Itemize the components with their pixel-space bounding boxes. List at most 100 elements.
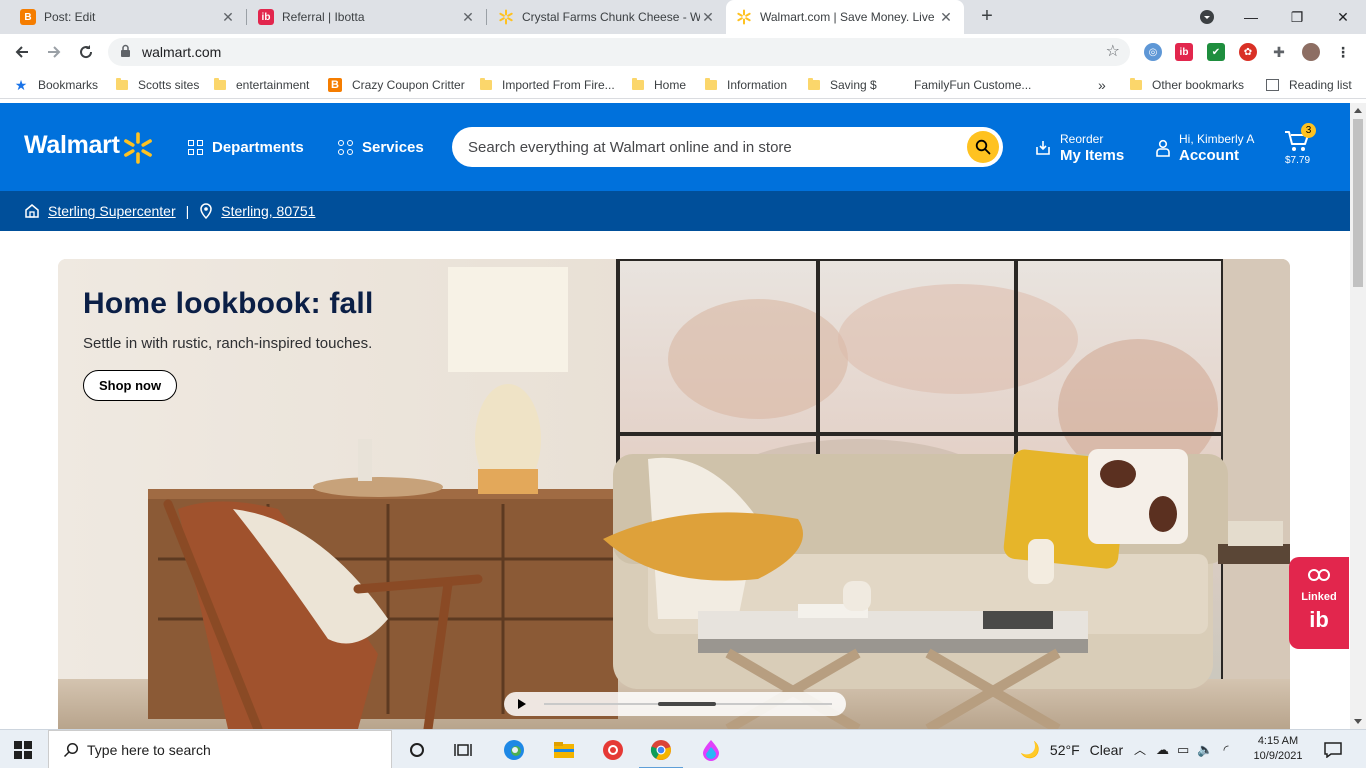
taskbar-search-input[interactable] [87, 741, 367, 758]
paint-drop-icon[interactable] [698, 737, 724, 763]
file-explorer-icon[interactable] [551, 737, 577, 763]
bookmark-item[interactable]: ★ Bookmarks [14, 76, 98, 94]
tab-search-button[interactable] [1184, 0, 1230, 34]
bookmark-folder[interactable]: Saving $ [808, 76, 877, 94]
other-bookmarks[interactable]: Other bookmarks [1130, 76, 1244, 94]
link-icon [1308, 569, 1330, 581]
folder-icon [808, 78, 820, 90]
location-pin-icon [200, 203, 213, 219]
bookmark-folder[interactable]: Scotts sites [116, 76, 199, 94]
grid-icon [188, 140, 203, 155]
hero-banner[interactable]: Home lookbook: fall Settle in with rusti… [58, 259, 1290, 729]
account-button[interactable]: Hi, Kimberly A Account [1155, 131, 1254, 165]
bookmark-folder[interactable]: entertainment [214, 76, 309, 94]
reading-list[interactable]: Reading list [1266, 76, 1352, 94]
checkmark-extension-icon[interactable]: ✔ [1207, 43, 1225, 61]
folder-icon [116, 78, 128, 90]
task-view-icon[interactable] [450, 737, 476, 763]
services-button[interactable]: Services [338, 139, 424, 156]
close-window-button[interactable]: ✕ [1320, 0, 1366, 34]
user-icon [1156, 139, 1170, 157]
close-icon[interactable]: ✕ [460, 9, 476, 26]
hero-text-block: Home lookbook: fall Settle in with rusti… [83, 287, 374, 401]
weather-text: Clear [1089, 741, 1124, 758]
edge-icon[interactable] [501, 737, 527, 763]
minimize-button[interactable]: — [1228, 0, 1274, 34]
reorder-label: Reorder [1060, 132, 1104, 146]
browser-tab[interactable]: Crystal Farms Chunk Cheese - Wa ✕ [488, 0, 726, 34]
cloud-icon[interactable]: ☁ [1156, 742, 1169, 758]
bookmark-label: Reading list [1289, 78, 1352, 92]
bookmark-folder[interactable]: Information [705, 76, 787, 94]
extension-icon[interactable]: ◎ [1144, 43, 1162, 61]
my-items-label: My Items [1060, 147, 1125, 164]
cart-button[interactable]: 3 $7.79 [1284, 123, 1318, 169]
close-icon[interactable]: ✕ [700, 9, 716, 26]
weather-widget[interactable]: 🌙 52°F Clear [1020, 730, 1123, 768]
scroll-up-arrow[interactable] [1354, 108, 1362, 113]
wifi-icon[interactable]: ◜ [1223, 742, 1228, 758]
scroll-down-arrow[interactable] [1354, 719, 1362, 724]
blogger-icon: B [328, 78, 342, 92]
volume-icon[interactable]: 🔈 [1197, 742, 1213, 758]
cortana-icon[interactable] [404, 737, 430, 763]
location-link[interactable]: Sterling, 80751 [221, 203, 315, 219]
walmart-logo[interactable]: Walmart [24, 131, 120, 160]
bookmark-star-icon[interactable]: ☆ [1106, 41, 1120, 61]
browser-tab[interactable]: ib Referral | Ibotta ✕ [248, 0, 486, 34]
tab-title: Post: Edit [44, 10, 96, 24]
arrow-right-icon [48, 46, 61, 58]
services-grid-icon [338, 140, 353, 155]
departments-button[interactable]: Departments [188, 139, 304, 156]
bookmarks-overflow-button[interactable]: » [1098, 76, 1106, 94]
carousel-indicator[interactable] [658, 702, 716, 706]
ibotta-linked-widget[interactable]: Linked ib [1289, 557, 1349, 649]
cart-total: $7.79 [1285, 155, 1311, 166]
forward-button[interactable] [42, 40, 66, 64]
close-icon[interactable]: ✕ [220, 9, 236, 26]
extension-icon[interactable]: ✿ [1239, 43, 1257, 61]
puzzle-icon[interactable]: ✚ [1270, 43, 1288, 61]
url-text: walmart.com [142, 44, 222, 60]
reload-button[interactable] [74, 40, 98, 64]
kebab-menu-icon[interactable]: ⋮ [1334, 43, 1352, 61]
ibotta-extension-icon[interactable]: ib [1175, 43, 1193, 61]
maximize-button[interactable]: ❐ [1274, 0, 1320, 34]
search-button[interactable] [967, 131, 999, 163]
taskbar-search [48, 730, 392, 768]
back-button[interactable] [10, 40, 34, 64]
battery-icon[interactable]: ▭ [1177, 742, 1189, 758]
new-tab-button[interactable]: + [976, 5, 998, 27]
bookmark-item[interactable]: FamilyFun Custome... [914, 76, 1031, 94]
windows-start-icon[interactable] [14, 741, 32, 759]
notifications-icon[interactable] [1324, 730, 1342, 768]
store-link[interactable]: Sterling Supercenter [48, 203, 176, 219]
walmart-spark-icon[interactable] [122, 132, 154, 164]
lock-icon[interactable] [120, 44, 134, 60]
bookmark-item[interactable]: B Crazy Coupon Critter [328, 76, 465, 94]
shop-now-button[interactable]: Shop now [83, 370, 178, 401]
browser-tab[interactable]: B Post: Edit ✕ [10, 0, 246, 34]
close-icon[interactable]: ✕ [938, 9, 954, 26]
play-icon[interactable] [518, 699, 526, 709]
bookmark-label: Information [727, 78, 788, 92]
bookmark-folder[interactable]: Imported From Fire... [480, 76, 615, 94]
taskbar-clock[interactable]: 4:15 AM 10/9/2021 [1248, 734, 1308, 764]
browser-tab-active[interactable]: Walmart.com | Save Money. Live ✕ [726, 0, 964, 34]
bookmark-folder[interactable]: Home [632, 76, 686, 94]
store-location-bar: Sterling Supercenter | Sterling, 80751 [0, 191, 1350, 231]
photo-app-icon[interactable] [600, 737, 626, 763]
address-bar[interactable]: walmart.com ☆ [108, 38, 1130, 66]
bookmark-label: Imported From Fire... [502, 78, 615, 92]
bookmark-label: Home [654, 78, 687, 92]
show-hidden-icons[interactable]: ︿ [1134, 730, 1146, 768]
search-input[interactable] [468, 127, 968, 167]
bookmark-label: Saving $ [830, 78, 877, 92]
chrome-icon[interactable] [639, 737, 683, 768]
scrollbar-thumb[interactable] [1353, 119, 1363, 287]
weather-temp: 52°F [1049, 741, 1080, 758]
page-scrollbar[interactable] [1350, 103, 1366, 729]
avatar[interactable] [1302, 43, 1320, 61]
reorder-button[interactable]: Reorder My Items [1034, 131, 1124, 165]
cart-count-badge: 3 [1301, 123, 1316, 138]
